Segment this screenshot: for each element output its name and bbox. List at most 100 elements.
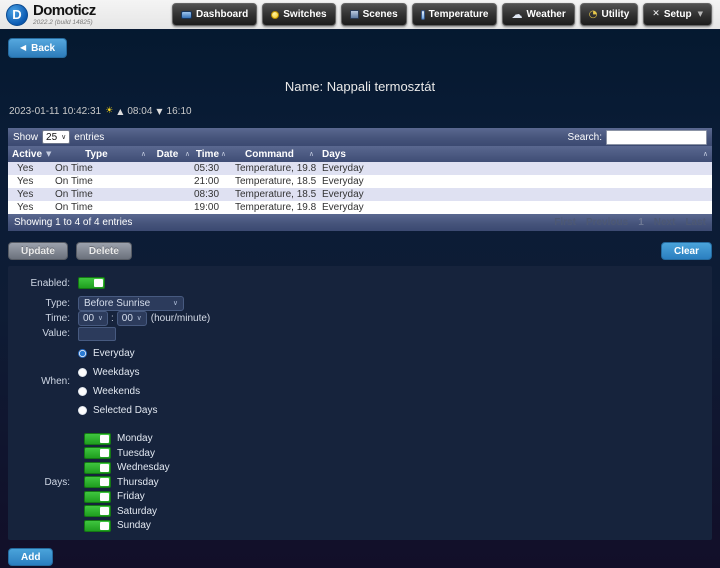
back-button[interactable]: ◀ Back [8,38,67,58]
add-button[interactable]: Add [8,548,53,566]
table-info: Showing 1 to 4 of 4 entries [14,217,132,228]
pagination-last[interactable]: Last [685,217,706,228]
domoticz-logo: D Domoticz 2022.2 (build 14825) [6,3,96,26]
toggle-on-icon [84,447,111,459]
nav-switches[interactable]: Switches [262,3,335,26]
enabled-row: Enabled: [8,276,712,290]
scenes-icon [350,10,359,19]
table-row[interactable]: Yes On Time 05:30 Temperature, 19.8 Ever… [8,162,712,175]
enabled-toggle[interactable] [78,277,105,289]
column-header-time[interactable]: Time ∧ [194,146,230,162]
cloud-icon: ☁ [511,9,522,20]
pagination-next[interactable]: Next [654,217,676,228]
day-toggle-tuesday[interactable]: Tuesday [84,447,170,460]
column-header-type[interactable]: Type ∧ [52,146,150,162]
time-hint: (hour/minute) [151,313,210,324]
radio-icon [78,406,87,415]
days-group: Days: Monday Tuesday Wednesday Thursday … [8,432,712,534]
chevron-down-icon: ▼ [698,11,703,18]
domoticz-logo-icon: D [6,4,28,26]
type-label: Type: [8,298,70,309]
toggle-on-icon [84,505,111,517]
clear-button[interactable]: Clear [661,242,712,260]
pagination: First Previous 1 Next Last [554,217,706,228]
day-toggle-monday[interactable]: Monday [84,432,170,445]
value-input[interactable] [78,327,116,341]
table-toolbar: Show 25 ∨ entries Search: [8,128,712,146]
column-header-command[interactable]: Command ∧ [230,146,318,162]
day-toggle-sunday[interactable]: Sunday [84,519,170,532]
minute-select[interactable]: 00 ∨ [117,311,147,326]
when-group: When: Everyday Weekdays Weekends Selecte… [8,348,712,415]
logo-title: Domoticz [33,3,96,18]
pagination-previous[interactable]: Previous [586,217,628,228]
sunrise-time: 08:04 [127,106,152,117]
column-header-date[interactable]: Date ∧ [150,146,194,162]
pagination-page-1[interactable]: 1 [638,217,644,228]
table-actions: Update Delete Clear [8,242,712,260]
day-toggle-friday[interactable]: Friday [84,490,170,503]
day-toggle-wednesday[interactable]: Wednesday [84,461,170,474]
timers-table: Show 25 ∨ entries Search: Active ▼ Type … [8,128,712,231]
sort-icon: ∧ [141,151,150,158]
select-caret-icon: ∨ [173,300,178,307]
sunrise-icon: ▲ [117,108,123,116]
delete-button[interactable]: Delete [76,242,132,260]
when-option-selected-days[interactable]: Selected Days [78,405,157,415]
search-input[interactable] [606,130,707,145]
sort-icon: ∧ [309,151,318,158]
when-option-everyday[interactable]: Everyday [78,348,157,358]
column-header-days[interactable]: Days ∧ [318,146,712,162]
sunset-time: 16:10 [167,106,192,117]
thermometer-icon [421,10,425,20]
gauge-icon: ◔ [589,10,598,20]
toggle-on-icon [84,491,111,503]
page-title: Name: Nappali termosztát [0,79,720,94]
back-arrow-icon: ◀ [20,44,26,52]
when-option-weekends[interactable]: Weekends [78,386,157,396]
nav-scenes[interactable]: Scenes [341,3,407,26]
page-size-select[interactable]: 25 ∨ [42,130,70,144]
toggle-on-icon [84,476,111,488]
radio-icon [78,387,87,396]
timer-form-panel: Enabled: Type: Before Sunrise ∨ Time: 00… [8,266,712,540]
select-caret-icon: ∨ [61,134,66,141]
day-toggle-thursday[interactable]: Thursday [84,476,170,489]
sort-icon: ∧ [185,151,194,158]
value-row: Value: [8,326,712,341]
sort-icon: ∧ [703,151,712,158]
table-footer: Showing 1 to 4 of 4 entries First Previo… [8,214,712,231]
time-colon: : [111,313,114,324]
radio-selected-icon [78,349,87,358]
nav-temperature[interactable]: Temperature [412,3,498,26]
sunset-icon: ▼ [156,108,162,116]
days-label: Days: [8,477,70,488]
day-toggle-saturday[interactable]: Saturday [84,505,170,518]
show-label: Show [13,132,38,143]
column-header-active[interactable]: Active ▼ [8,146,52,162]
select-caret-icon: ∨ [137,315,142,322]
timer-type-select[interactable]: Before Sunrise ∨ [78,296,184,311]
nav-utility[interactable]: ◔ Utility [580,3,639,26]
app-header: D Domoticz 2022.2 (build 14825) Dashboar… [0,0,720,30]
table-row[interactable]: Yes On Time 08:30 Temperature, 18.5 Ever… [8,188,712,201]
nav-dashboard[interactable]: Dashboard [172,3,257,26]
time-row: Time: 00 ∨ : 00 ∨ (hour/minute) [8,311,712,325]
toggle-on-icon [84,520,111,532]
hour-select[interactable]: 00 ∨ [78,311,108,326]
value-label: Value: [8,328,70,339]
nav-setup[interactable]: ✕ Setup ▼ [643,3,712,26]
radio-icon [78,368,87,377]
logo-version: 2022.2 (build 14825) [33,19,96,26]
time-label: Time: [8,313,70,324]
nav-weather[interactable]: ☁ Weather [502,3,574,26]
pagination-first[interactable]: First [554,217,576,228]
sort-icon: ∧ [221,151,230,158]
table-row[interactable]: Yes On Time 21:00 Temperature, 18.5 Ever… [8,175,712,188]
update-button[interactable]: Update [8,242,68,260]
current-datetime: 2023-01-11 10:42:31 [9,106,101,117]
datetime-bar: 2023-01-11 10:42:31 ☀ ▲ 08:04 ▼ 16:10 [9,106,720,117]
table-row[interactable]: Yes On Time 19:00 Temperature, 19.8 Ever… [8,201,712,214]
when-option-weekdays[interactable]: Weekdays [78,367,157,377]
main-nav: Dashboard Switches Scenes Temperature ☁ … [172,3,712,26]
